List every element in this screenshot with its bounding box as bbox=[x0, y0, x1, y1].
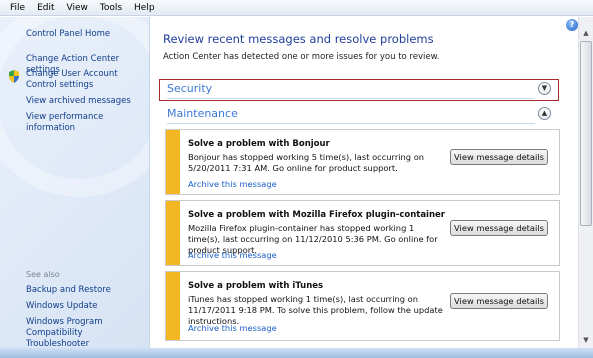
warning-bar bbox=[166, 130, 180, 194]
see-also-label: See also bbox=[26, 270, 60, 279]
security-highlight-box bbox=[159, 79, 559, 101]
view-performance-information-link[interactable]: View performance information bbox=[26, 112, 148, 134]
uac-shield-icon bbox=[9, 70, 19, 83]
compatibility-troubleshooter-link[interactable]: Windows Program Compatibility Troublesho… bbox=[26, 317, 148, 348]
view-message-details-button[interactable]: View message details bbox=[450, 293, 548, 309]
view-message-details-button[interactable]: View message details bbox=[450, 220, 548, 236]
scroll-thumb[interactable] bbox=[580, 41, 592, 226]
maintenance-label: Maintenance bbox=[167, 107, 238, 120]
page-subtitle: Action Center has detected one or more i… bbox=[163, 52, 440, 62]
message-card-itunes: Solve a problem with iTunes iTunes has s… bbox=[165, 271, 560, 341]
sidebar-decoration bbox=[0, 17, 149, 197]
menu-bar: File Edit View Tools Help bbox=[0, 0, 593, 16]
message-card-firefox: Solve a problem with Mozilla Firefox plu… bbox=[165, 200, 560, 266]
archive-message-link[interactable]: Archive this message bbox=[188, 323, 277, 333]
archive-message-link[interactable]: Archive this message bbox=[188, 179, 277, 189]
backup-and-restore-link[interactable]: Backup and Restore bbox=[26, 285, 148, 296]
view-message-details-button[interactable]: View message details bbox=[450, 149, 548, 165]
sidebar: Control Panel Home Change Action Center … bbox=[0, 17, 150, 348]
message-card-bonjour: Solve a problem with Bonjour Bonjour has… bbox=[165, 129, 560, 195]
menu-file[interactable]: File bbox=[4, 3, 31, 13]
menu-edit[interactable]: Edit bbox=[31, 3, 60, 13]
menu-view[interactable]: View bbox=[61, 3, 94, 13]
card-title: Solve a problem with iTunes bbox=[188, 281, 324, 291]
window-bottom-frame bbox=[0, 348, 593, 358]
maintenance-divider bbox=[167, 123, 535, 124]
card-description: Bonjour has stopped working 5 time(s), l… bbox=[188, 152, 425, 173]
card-title: Solve a problem with Bonjour bbox=[188, 139, 330, 149]
menu-tools[interactable]: Tools bbox=[94, 3, 128, 13]
scroll-up-arrow-icon[interactable]: ▲ bbox=[580, 27, 592, 39]
menu-help[interactable]: Help bbox=[128, 3, 161, 13]
windows-update-link[interactable]: Windows Update bbox=[26, 301, 148, 312]
help-icon[interactable]: ? bbox=[566, 19, 578, 31]
view-archived-messages-link[interactable]: View archived messages bbox=[26, 96, 148, 107]
page-title: Review recent messages and resolve probl… bbox=[163, 32, 434, 46]
archive-message-link[interactable]: Archive this message bbox=[188, 250, 277, 260]
scroll-down-arrow-icon[interactable]: ▼ bbox=[580, 334, 592, 346]
maintenance-collapse-chevron-icon[interactable]: ▲ bbox=[538, 107, 551, 120]
vertical-scrollbar[interactable]: ▲ ▼ bbox=[578, 17, 593, 348]
warning-bar bbox=[166, 272, 180, 340]
warning-bar bbox=[166, 201, 180, 265]
card-title: Solve a problem with Mozilla Firefox plu… bbox=[188, 210, 445, 220]
change-uac-settings-link[interactable]: Change User Account Control settings bbox=[26, 69, 148, 91]
maintenance-section-header[interactable]: Maintenance ▲ bbox=[159, 104, 557, 126]
main-panel: Review recent messages and resolve probl… bbox=[151, 17, 578, 348]
control-panel-home-link[interactable]: Control Panel Home bbox=[26, 29, 110, 39]
